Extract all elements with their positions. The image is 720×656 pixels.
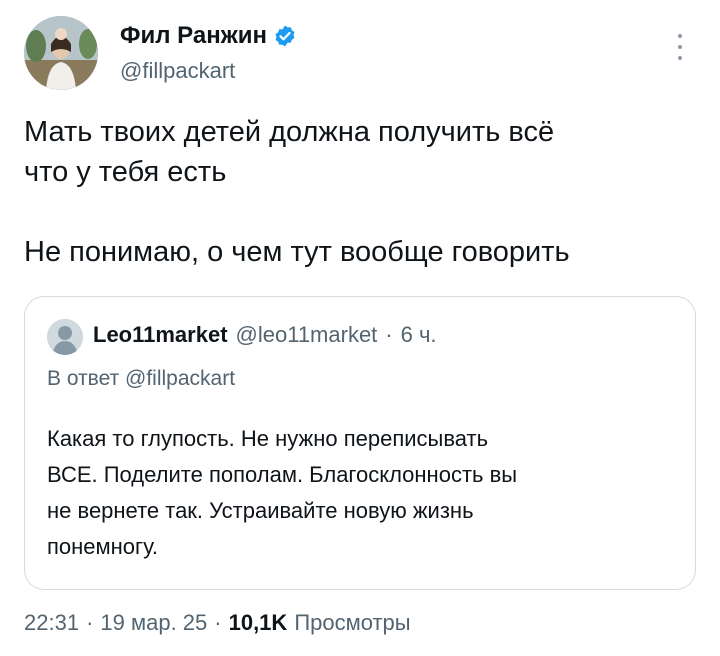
views-label: Просмотры — [294, 610, 411, 635]
tweet-line: Не понимаю, о чем тут вообще говорить — [24, 236, 570, 268]
more-vertical-icon[interactable] — [672, 34, 688, 60]
quoted-tweet[interactable]: Leo11market @leo11market · 6 ч. В ответ … — [24, 296, 696, 590]
separator-dot: · — [385, 322, 393, 347]
quote-line: понемногу. — [47, 534, 158, 559]
tweet-meta: 22:31 · 19 мар. 25 · 10,1K Просмотры — [24, 610, 411, 636]
quote-author-name[interactable]: Leo11market — [93, 322, 228, 348]
quote-text: Какая то глупость. Не нужно переписывать… — [47, 421, 677, 565]
default-avatar-icon[interactable] — [47, 319, 83, 355]
tweet-time[interactable]: 22:31 — [24, 610, 79, 636]
separator-dot: · — [86, 610, 94, 635]
author-name[interactable]: Фил Ранжин — [120, 22, 267, 50]
author-avatar[interactable] — [24, 16, 98, 90]
verified-badge-icon — [275, 25, 295, 47]
tweet-text: Мать твоих детей должна получить всё что… — [24, 112, 704, 272]
tweet-line: Мать твоих детей должна получить всё — [24, 116, 555, 148]
views-count: 10,1K — [228, 610, 288, 635]
reply-to-label: В ответ @fillpackart — [47, 367, 236, 390]
profile-photo — [24, 16, 98, 90]
tweet-date[interactable]: 19 мар. 25 — [100, 610, 207, 636]
quote-line: не вернете так. Устраивайте новую жизнь — [47, 498, 474, 523]
tweet-line: что у тебя есть — [24, 156, 227, 188]
quote-author-handle[interactable]: @leo11market — [236, 322, 378, 348]
quote-line: Какая то глупость. Не нужно переписывать — [47, 426, 489, 451]
quote-line: ВСЕ. Поделите пополам. Благосклонность в… — [47, 462, 518, 487]
author-handle[interactable]: @fillpackart — [120, 58, 235, 84]
quote-time[interactable]: 6 ч. — [401, 322, 437, 348]
separator-dot: · — [214, 610, 222, 635]
